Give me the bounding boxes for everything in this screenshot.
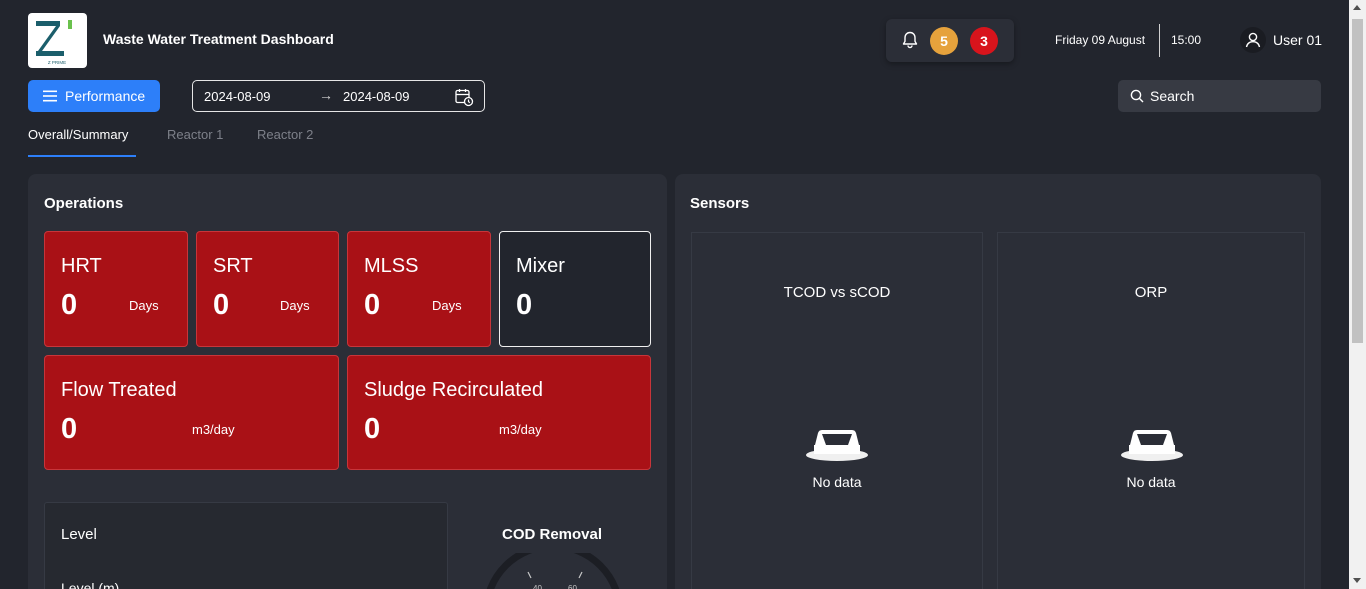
search-icon [1130,89,1144,103]
no-data-text: No data [812,474,862,490]
range-arrow-icon: → [319,87,333,103]
card-unit: Days [432,298,462,313]
svg-text:Z PRIME: Z PRIME [48,60,66,65]
card-unit: m3/day [192,422,235,437]
level-title: Level [61,526,97,543]
error-count-badge[interactable]: 3 [970,27,998,55]
search-placeholder: Search [1150,88,1195,104]
hrt-card: HRT 0 Days [44,231,188,347]
cod-removal-title: COD Removal [502,526,603,543]
flow-treated-card: Flow Treated 0 m3/day [44,355,339,470]
bell-icon[interactable] [900,30,920,50]
card-unit: m3/day [499,422,542,437]
warning-count-badge[interactable]: 5 [930,27,958,55]
tab-reactor-2[interactable]: Reactor 2 [257,127,313,142]
card-unit: Days [280,298,310,313]
current-date: Friday 09 August [1055,33,1146,47]
card-label: Flow Treated [61,379,177,401]
mlss-card: MLSS 0 Days [347,231,491,347]
chart-title: ORP [1134,284,1168,301]
range-end-input[interactable]: 2024-08-09 [343,89,410,104]
srt-card: SRT 0 Days [196,231,339,347]
card-value: 0 [61,289,78,321]
app-logo: Z PRIME [28,13,87,68]
card-label: HRT [61,255,102,277]
empty-inbox-icon [1121,430,1183,461]
current-time: 15:00 [1171,33,1202,47]
gauge-tick-60: 60 [568,584,577,589]
page-scrollbar[interactable] [1349,0,1366,589]
card-unit: Days [129,298,159,313]
search-field[interactable]: Search [1118,80,1321,112]
user-avatar[interactable] [1240,27,1266,53]
user-icon [1245,32,1261,48]
performance-label: Performance [65,88,146,104]
no-data-text: No data [1126,474,1176,490]
card-label: SRT [213,255,253,277]
cod-removal-gauge: 40 60 [486,553,620,589]
notification-panel: 5 3 [886,19,1014,62]
scrollbar-thumb[interactable] [1352,19,1363,343]
scroll-down-arrow-icon[interactable] [1353,578,1361,583]
card-label: MLSS [364,255,419,277]
card-label: Mixer [516,255,565,277]
card-value: 0 [213,289,230,321]
gauge-tick-40: 40 [533,584,542,589]
level-chart: Level Level (m) [44,502,448,589]
level-axis-label: Level (m) [61,580,120,589]
empty-inbox-icon [806,430,868,461]
date-range-picker[interactable]: 2024-08-09 → 2024-08-09 [192,80,485,112]
sensors-title: Sensors [690,195,750,212]
user-name[interactable]: User 01 [1273,32,1322,48]
operations-title: Operations [44,195,124,212]
active-tab-indicator [28,155,136,157]
sludge-recirculated-card: Sludge Recirculated 0 m3/day [347,355,651,470]
card-value: 0 [364,413,381,445]
menu-icon [43,90,57,102]
orp-chart: ORP No data [997,232,1305,589]
card-label: Sludge Recirculated [364,379,543,401]
card-value: 0 [516,289,533,321]
calendar-clock-icon[interactable] [454,87,474,107]
mixer-card: Mixer 0 [499,231,651,347]
performance-menu-button[interactable]: Performance [28,80,160,112]
app-title: Waste Water Treatment Dashboard [103,31,334,47]
scroll-up-arrow-icon[interactable] [1353,5,1361,10]
chart-title: TCOD vs sCOD [783,284,891,301]
tab-reactor-1[interactable]: Reactor 1 [167,127,223,142]
header-divider [1159,24,1160,57]
range-start-input[interactable]: 2024-08-09 [204,89,271,104]
card-value: 0 [364,289,381,321]
tcod-vs-scod-chart: TCOD vs sCOD No data [691,232,983,589]
card-value: 0 [61,413,78,445]
tab-overall-summary[interactable]: Overall/Summary [28,127,128,142]
